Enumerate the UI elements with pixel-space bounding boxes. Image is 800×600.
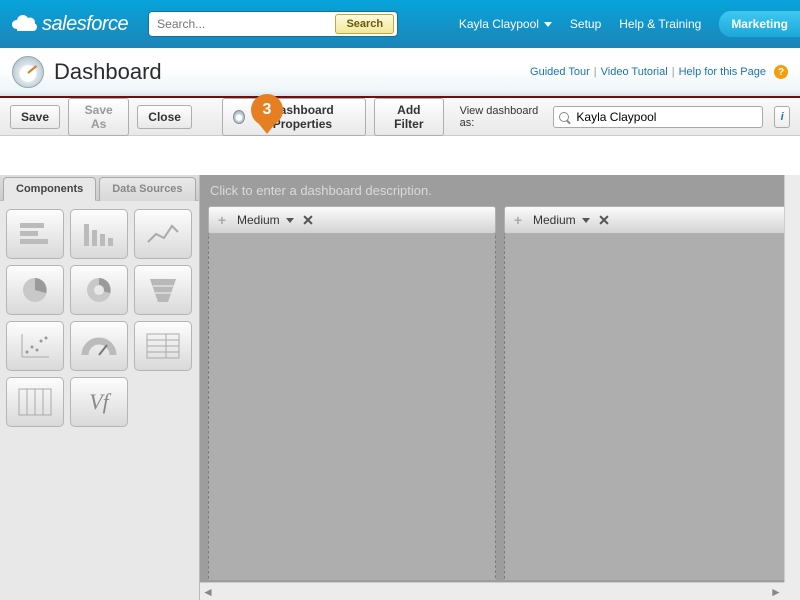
- search-input[interactable]: [157, 17, 331, 31]
- dashboard-properties-button[interactable]: Dashboard Properties: [222, 98, 367, 136]
- line-chart-icon[interactable]: [134, 209, 192, 259]
- search-icon: [559, 112, 569, 122]
- remove-column-icon[interactable]: [598, 214, 610, 226]
- column-dropzone[interactable]: [208, 234, 496, 580]
- column-header: + Medium: [504, 206, 792, 234]
- canvas-scroll[interactable]: Click to enter a dashboard description. …: [200, 175, 800, 580]
- save-as-button[interactable]: Save As: [68, 98, 129, 136]
- scroll-right-icon[interactable]: ►: [768, 584, 784, 600]
- setup-link[interactable]: Setup: [570, 17, 601, 31]
- search-button[interactable]: Search: [335, 14, 394, 34]
- remove-column-icon[interactable]: [302, 214, 314, 226]
- page-header: Dashboard Guided Tour | Video Tutorial |…: [0, 48, 800, 98]
- description-prompt[interactable]: Click to enter a dashboard description.: [200, 175, 800, 206]
- column-size-label: Medium: [237, 213, 280, 227]
- tab-data-sources[interactable]: Data Sources: [99, 177, 195, 201]
- dashboard-canvas: Click to enter a dashboard description. …: [200, 175, 800, 600]
- user-name: Kayla Claypool: [459, 17, 539, 31]
- global-search: Search: [148, 11, 398, 37]
- app-switcher[interactable]: Marketing: [719, 11, 800, 37]
- component-palette: Vf: [0, 201, 199, 435]
- view-as-input[interactable]: [553, 106, 763, 128]
- cloud-icon: [10, 13, 38, 36]
- step-callout: 3: [249, 94, 285, 148]
- left-panel: Components Data Sources Vf: [0, 175, 200, 600]
- tab-components[interactable]: Components: [3, 177, 96, 201]
- info-button[interactable]: i: [774, 106, 790, 128]
- video-tutorial-link[interactable]: Video Tutorial: [601, 66, 668, 78]
- pie-chart-icon[interactable]: [6, 265, 64, 315]
- funnel-chart-icon[interactable]: [134, 265, 192, 315]
- help-icon[interactable]: ?: [774, 65, 788, 79]
- add-component-icon[interactable]: +: [215, 213, 229, 227]
- add-component-icon[interactable]: +: [511, 213, 525, 227]
- dashboard-mini-icon: [233, 110, 245, 124]
- scroll-corner: [784, 582, 800, 600]
- vertical-scrollbar[interactable]: [784, 175, 800, 582]
- donut-chart-icon[interactable]: [70, 265, 128, 315]
- page-help-links: Guided Tour | Video Tutorial | Help for …: [530, 65, 788, 79]
- callout-tail-icon: [259, 124, 275, 134]
- chevron-down-icon: [544, 22, 552, 27]
- size-dropdown-icon[interactable]: [286, 218, 294, 223]
- metric-table-icon[interactable]: [134, 321, 192, 371]
- user-menu[interactable]: Kayla Claypool: [459, 17, 552, 31]
- salesforce-logo: salesforce: [10, 13, 128, 36]
- workspace: Components Data Sources Vf Click to ente…: [0, 175, 800, 600]
- view-as-input-wrap: [553, 106, 763, 128]
- size-dropdown-icon[interactable]: [582, 218, 590, 223]
- editor-toolbar: Save Save As Close Dashboard Properties …: [0, 98, 800, 136]
- dashboard-icon: [12, 56, 44, 88]
- visualforce-icon[interactable]: Vf: [70, 377, 128, 427]
- help-training-link[interactable]: Help & Training: [619, 17, 701, 31]
- step-number: 3: [251, 94, 283, 126]
- add-filter-button[interactable]: Add Filter: [374, 98, 444, 136]
- guided-tour-link[interactable]: Guided Tour: [530, 66, 590, 78]
- gauge-chart-icon[interactable]: [70, 321, 128, 371]
- horizontal-bar-chart-icon[interactable]: [6, 209, 64, 259]
- dashboard-column: + Medium: [208, 206, 496, 580]
- horizontal-scrollbar[interactable]: ◄ ►: [200, 582, 784, 600]
- vertical-bar-chart-icon[interactable]: [70, 209, 128, 259]
- view-as-label: View dashboard as:: [460, 105, 542, 129]
- dashboard-column: + Medium: [504, 206, 792, 580]
- column-header: + Medium: [208, 206, 496, 234]
- logo-text: salesforce: [42, 13, 128, 36]
- help-for-page-link[interactable]: Help for this Page: [679, 66, 766, 78]
- page-title: Dashboard: [54, 59, 162, 85]
- dashboard-columns: + Medium + Medium: [200, 206, 800, 580]
- table-icon[interactable]: [6, 377, 64, 427]
- column-size-label: Medium: [533, 213, 576, 227]
- scroll-left-icon[interactable]: ◄: [200, 584, 216, 600]
- save-button[interactable]: Save: [10, 105, 60, 129]
- panel-tabs: Components Data Sources: [0, 175, 199, 201]
- column-dropzone[interactable]: [504, 234, 792, 580]
- scatter-chart-icon[interactable]: [6, 321, 64, 371]
- close-button[interactable]: Close: [137, 105, 192, 129]
- header-right: Kayla Claypool Setup Help & Training Mar…: [459, 11, 790, 37]
- global-header: salesforce Search Kayla Claypool Setup H…: [0, 0, 800, 48]
